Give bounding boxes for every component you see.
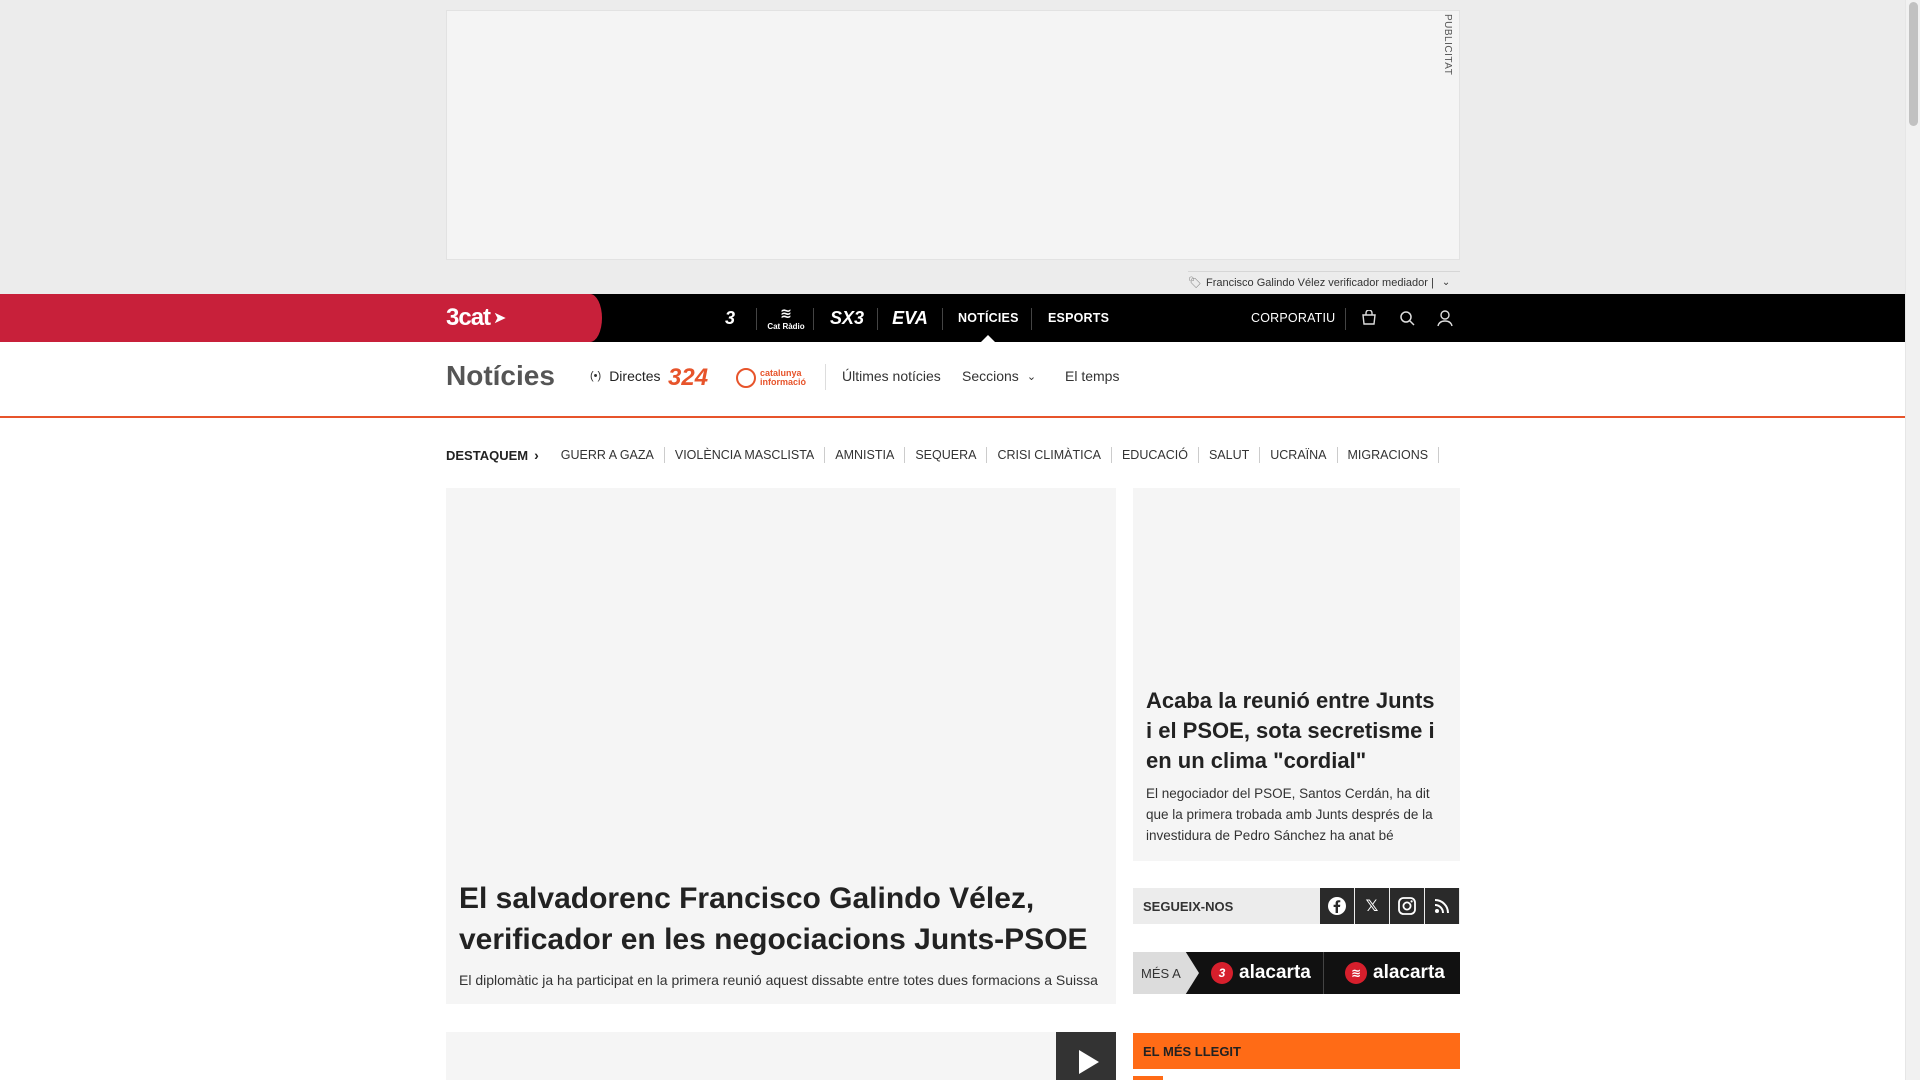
ad-tag-line[interactable]: 🏷 Francisco Galindo Vélez verificador me… — [1188, 271, 1460, 293]
divider — [877, 308, 878, 330]
nav-noticies-label: NOTÍCIES — [958, 311, 1019, 325]
channel-sx3-label: SX3 — [829, 307, 865, 328]
video-article-card[interactable] — [446, 1032, 1116, 1080]
ad-tag-text[interactable]: Francisco Galindo Vélez verificador medi… — [1206, 277, 1434, 289]
divider — [1345, 308, 1346, 330]
nav-esports-label: ESPORTS — [1048, 311, 1110, 325]
highlights-title[interactable]: DESTAQUEM › — [446, 447, 539, 463]
most-read-tab-indicator — [1133, 1076, 1163, 1080]
search-icon[interactable] — [1395, 306, 1419, 330]
live-broadcast-icon: (•) — [590, 370, 602, 382]
user-icon[interactable] — [1433, 306, 1457, 330]
chevron-down-icon[interactable]: ⌄ — [1442, 277, 1450, 288]
channel-tv3[interactable]: 3 — [708, 294, 752, 342]
channel-catradio[interactable]: ≋ Cat Ràdio — [764, 294, 808, 342]
logo-324-label: 324 — [668, 364, 709, 391]
brand-band — [0, 294, 602, 342]
rss-icon[interactable] — [1425, 888, 1459, 924]
tv3-logo-icon: 3 — [1211, 962, 1233, 984]
divider — [825, 364, 826, 390]
ad-zone: PUBLICITAT 🏷 Francisco Galindo Vélez ver… — [0, 0, 1905, 294]
tag-icon: 🏷 — [1188, 277, 1202, 289]
highlight-item[interactable]: SEQUERA — [905, 447, 988, 463]
page-scrollbar[interactable] — [1905, 0, 1920, 1080]
divider — [813, 308, 814, 330]
side-article-card[interactable]: Acaba la reunió entre Junts i el PSOE, s… — [1133, 488, 1460, 861]
ad-label: PUBLICITAT — [1442, 14, 1453, 76]
top-navigation: 3cat ➤ 3 ≋ Cat Ràdio SX3 EVA NOTÍCIES ES… — [0, 294, 1905, 342]
highlight-item[interactable]: GUERR A GAZA — [551, 447, 665, 463]
ci-text: catalunya informació — [760, 369, 806, 387]
channel-sx3[interactable]: SX3 — [822, 294, 872, 342]
follow-us-bar: SEGUEIX-NOS 𝕏 — [1133, 888, 1460, 924]
instagram-icon[interactable] — [1390, 888, 1424, 924]
section-header: Notícies (•) Directes 324 catalunya info… — [0, 342, 1905, 418]
most-read-label: EL MÉS LLEGIT — [1143, 1044, 1241, 1059]
ad-banner[interactable] — [446, 10, 1460, 260]
divider — [942, 308, 943, 330]
live-label: Directes — [609, 368, 661, 384]
channel-catradio-label: Cat Ràdio — [767, 322, 805, 331]
chevron-down-icon: ⌄ — [1026, 370, 1037, 383]
main-article-headline[interactable]: El salvadorenc Francisco Galindo Vélez, … — [459, 878, 1099, 960]
nav-esports[interactable]: ESPORTS — [1048, 294, 1109, 342]
highlights-bar: DESTAQUEM › GUERR A GAZA VIOLÈNCIA MASCL… — [446, 446, 1440, 464]
live-link[interactable]: (•) Directes — [590, 368, 661, 384]
highlight-item[interactable]: UCRAÏNA — [1260, 447, 1338, 463]
link-ultimes-noticies[interactable]: Últimes notícies — [842, 368, 941, 384]
link-seccions[interactable]: Seccions ⌄ — [962, 368, 1036, 384]
tv3-alacarta-label: alacarta — [1239, 962, 1311, 983]
x-icon[interactable]: 𝕏 — [1355, 888, 1389, 924]
shop-icon[interactable] — [1357, 306, 1381, 330]
logo-catalunya-informacio[interactable]: catalunya informació — [736, 368, 806, 388]
tv3-alacarta-link[interactable]: 3 alacarta — [1211, 952, 1311, 994]
scrollbar-thumb[interactable] — [1909, 2, 1918, 126]
divider — [1323, 952, 1324, 994]
main-article-card[interactable]: El salvadorenc Francisco Galindo Vélez, … — [446, 488, 1116, 1004]
channel-eva-label: EVA — [892, 307, 928, 328]
section-title[interactable]: Notícies — [446, 360, 555, 392]
play-icon — [1079, 1050, 1099, 1074]
chevron-right-icon: › — [534, 447, 539, 463]
highlight-item[interactable]: AMNISTIA — [825, 447, 906, 463]
nav-noticies[interactable]: NOTÍCIES — [958, 294, 1019, 342]
seccions-label: Seccions — [962, 368, 1019, 384]
ci-line2: informació — [760, 377, 807, 387]
highlights-title-label: DESTAQUEM — [446, 447, 529, 463]
highlight-item[interactable]: MIGRACIONS — [1338, 447, 1440, 463]
channel-tv3-label: 3 — [724, 307, 735, 328]
divider — [1031, 308, 1032, 330]
nav-corporatiu[interactable]: CORPORATIU — [1251, 294, 1335, 342]
side-article-headline[interactable]: Acaba la reunió entre Junts i el PSOE, s… — [1146, 686, 1446, 776]
link-el-temps[interactable]: El temps — [1065, 368, 1119, 384]
alacarta-bar: MÉS A 3 alacarta ≋ alacarta — [1133, 952, 1460, 994]
channel-eva[interactable]: EVA — [886, 294, 934, 342]
play-button[interactable] — [1056, 1032, 1116, 1080]
catradio-icon: ≋ — [780, 305, 792, 321]
ci-circle-icon — [736, 368, 756, 388]
facebook-icon[interactable] — [1320, 888, 1354, 924]
nav-corporatiu-label: CORPORATIU — [1251, 311, 1336, 325]
highlight-item[interactable]: SALUT — [1199, 447, 1261, 463]
highlight-item[interactable]: VIOLÈNCIA MASCLISTA — [665, 447, 826, 463]
most-read-header: EL MÉS LLEGIT — [1133, 1033, 1460, 1069]
brand-arrow-icon: ➤ — [493, 310, 506, 327]
highlight-item[interactable]: CRISI CLIMÀTICA — [987, 447, 1112, 463]
divider — [756, 308, 757, 330]
alacarta-prefix: MÉS A — [1133, 952, 1199, 994]
catradio-alacarta-link[interactable]: ≋ alacarta — [1345, 952, 1445, 994]
follow-us-label: SEGUEIX-NOS — [1143, 899, 1234, 914]
side-article-summary: El negociador del PSOE, Santos Cerdán, h… — [1146, 786, 1433, 843]
brand-logo[interactable]: 3cat ➤ — [446, 304, 506, 332]
catradio-alacarta-label: alacarta — [1373, 962, 1445, 983]
catradio-logo-icon: ≋ — [1345, 962, 1367, 984]
logo-324[interactable]: 324 — [668, 364, 708, 392]
highlight-item[interactable]: EDUCACIÓ — [1112, 447, 1199, 463]
main-article-summary: El diplomàtic ja ha participat en la pri… — [459, 972, 1098, 988]
brand-name: 3cat — [446, 304, 491, 331]
